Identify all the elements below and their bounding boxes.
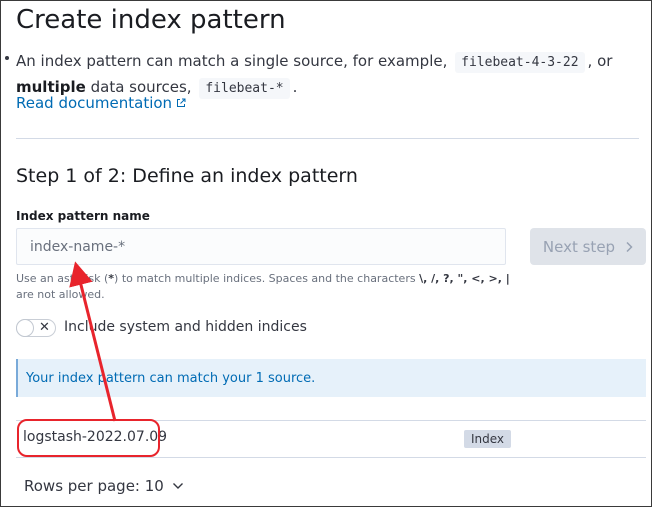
match-callout: Your index pattern can match your 1 sour… [16,359,646,397]
section-divider [16,138,639,139]
include-hidden-indices-label: Include system and hidden indices [64,319,307,335]
index-pattern-name-field[interactable] [16,228,506,265]
include-hidden-indices-toggle[interactable]: ✕ [16,319,56,337]
example-code-single: filebeat-4-3-22 [455,52,585,73]
read-documentation-link[interactable]: Read documentation [16,94,186,112]
external-link-icon [177,98,186,107]
help-disallowed-characters: \, /, ?, ", <, >, | [419,272,510,285]
read-documentation-label: Read documentation [16,94,173,112]
next-step-button[interactable]: Next step [530,228,646,265]
cross-icon: ✕ [39,320,50,335]
help-text-3: are not allowed. [16,288,105,301]
rows-per-page-label: Rows per page: 10 [24,477,164,495]
match-callout-text: Your index pattern can match your 1 sour… [26,370,316,386]
desc-text-4: . [292,78,298,96]
next-step-label: Next step [542,237,616,256]
toggle-knob [16,319,34,337]
example-code-multiple: filebeat-* [199,78,290,99]
index-pattern-name-label: Index pattern name [16,209,150,223]
annotation-highlight-box [17,419,160,457]
step-heading: Step 1 of 2: Define an index pattern [16,165,358,187]
index-type-badge: Index [464,430,512,448]
help-text-1: Use an asterisk ( [16,272,109,285]
index-pattern-help-text: Use an asterisk (*) to match multiple in… [16,271,516,303]
table-bottom-border [16,457,646,458]
bullet-dot [5,56,9,60]
desc-text-1: An index pattern can match a single sour… [16,52,448,70]
page-title: Create index pattern [16,5,286,35]
chevron-right-icon [626,241,633,252]
create-index-pattern-panel: Create index pattern An index pattern ca… [0,0,652,507]
desc-text-2: , or [587,52,613,70]
index-pattern-name-input[interactable] [28,237,505,256]
rows-per-page-button[interactable]: Rows per page: 10 [24,477,184,495]
chevron-down-icon [172,483,183,489]
help-text-2: ) to match multiple indices. Spaces and … [114,272,416,285]
